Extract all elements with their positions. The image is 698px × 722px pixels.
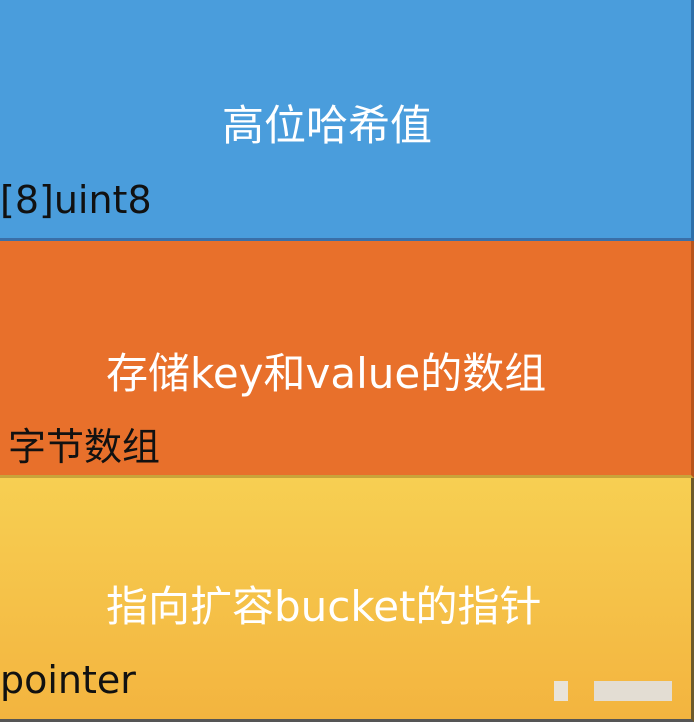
bucket-structure-diagram: 高位哈希值 [8]uint8 存储key和value的数组 字节数组 指向扩容b…: [0, 0, 698, 722]
overflow-pointer-title: 指向扩容bucket的指针: [106, 582, 542, 631]
tophash-type-label: [8]uint8: [0, 178, 152, 222]
overflow-pointer-type-label: pointer: [0, 658, 136, 702]
keys-values-block: 存储key和value的数组 字节数组: [0, 241, 694, 478]
tophash-block: 高位哈希值 [8]uint8: [0, 0, 694, 241]
watermark-blur: [554, 681, 672, 701]
tophash-title: 高位哈希值: [222, 101, 433, 150]
keys-values-title: 存储key和value的数组: [106, 349, 547, 398]
keys-values-type-label: 字节数组: [8, 425, 161, 469]
